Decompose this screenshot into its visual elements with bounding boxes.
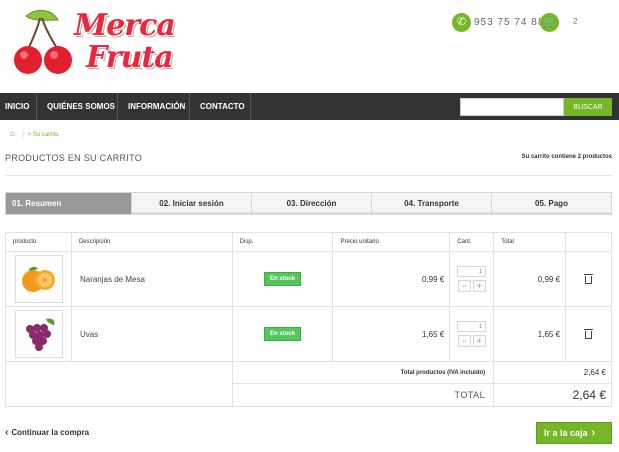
checkout-label: Ir a la caja — [544, 428, 588, 438]
chevron-right-icon: › — [591, 427, 596, 439]
unit-price: 0,99 € — [332, 251, 451, 307]
quantity-input[interactable]: 1 — [457, 266, 487, 277]
home-icon[interactable]: ⌂ — [10, 129, 15, 138]
col-header-precio: Precio unitario — [332, 232, 451, 252]
checkout-button[interactable]: Ir a la caja › — [536, 422, 612, 444]
page-title: PRODUCTOS EN SU CARRITO — [5, 153, 143, 163]
step-iniciar-sesion[interactable]: 02. Iniciar sesión — [132, 193, 252, 214]
nav-item-informacion[interactable]: INFORMACIÓN — [118, 93, 190, 120]
table-row: Uvas En stock 1,65 € 1 − + 1,65 € — [5, 306, 612, 362]
col-header-producto: producto — [5, 232, 72, 252]
header: Merca Fruta ✆ 953 75 74 88 🛒 2 — [0, 0, 619, 93]
stock-badge: En stock — [264, 327, 302, 341]
product-image-grapes[interactable] — [15, 310, 63, 358]
trash-icon[interactable] — [584, 273, 594, 284]
breadcrumb: ⌂ | > Su carrito — [10, 129, 59, 138]
totals-row: Total productos (IVA incluido) 2,64 € — [5, 361, 612, 407]
step-transporte[interactable]: 04. Transporte — [372, 193, 492, 214]
table-header-row: producto Descripción Disp. Precio unitar… — [5, 232, 612, 252]
step-direccion[interactable]: 03. Dirección — [252, 193, 372, 214]
product-description[interactable]: Naranjas de Mesa — [70, 251, 233, 307]
divider — [5, 175, 612, 176]
total-products-value: 2,64 € — [493, 361, 612, 384]
breadcrumb-current: > Su carrito — [27, 132, 59, 138]
search-input[interactable] — [460, 98, 564, 116]
cart-table: producto Descripción Disp. Precio unitar… — [5, 232, 612, 407]
product-description[interactable]: Uvas — [70, 306, 233, 362]
cart-summary: Su carrito contiene 2 productos — [521, 154, 612, 160]
chevron-left-icon: ‹ — [5, 427, 9, 438]
step-resumen[interactable]: 01. Resumen — [6, 193, 132, 214]
total-label: TOTAL — [231, 383, 495, 407]
logo-text-merca: Merca — [74, 8, 176, 43]
quantity-increase-button[interactable]: + — [472, 280, 486, 292]
step-pago[interactable]: 05. Pago — [492, 193, 611, 214]
logo[interactable]: Merca Fruta — [6, 6, 176, 76]
quantity-decrease-button[interactable]: − — [457, 280, 471, 292]
search-button[interactable]: BUSCAR — [564, 98, 612, 116]
continue-shopping-label: Continuar la compra — [11, 428, 90, 437]
nav-item-contacto[interactable]: CONTACTO — [190, 93, 251, 120]
col-header-disp: Disp. — [231, 232, 334, 252]
quantity-input[interactable]: 1 — [457, 321, 487, 332]
cart-count: 2 — [573, 17, 578, 26]
total-value: 2,64 € — [493, 383, 612, 407]
grapes-image-icon — [26, 318, 55, 351]
phone-icon: ✆ — [452, 13, 471, 32]
nav-item-inicio[interactable]: INICIO — [0, 93, 37, 120]
nav-item-quienes-somos[interactable]: QUIÉNES SOMOS — [37, 93, 118, 120]
logo-text-fruta: Fruta — [86, 40, 174, 75]
quantity-increase-button[interactable]: + — [472, 335, 486, 347]
product-image-oranges[interactable] — [15, 255, 63, 303]
unit-price: 1,65 € — [332, 306, 451, 362]
table-row: Naranjas de Mesa En stock 0,99 € 1 − + 0… — [5, 251, 612, 307]
col-header-delete — [565, 232, 612, 252]
stock-badge: En stock — [264, 272, 302, 286]
phone-number: 953 75 74 88 — [474, 17, 545, 28]
col-header-cant: Cant. — [449, 232, 495, 252]
col-header-total: Total — [493, 232, 567, 252]
orange-image-icon — [22, 266, 55, 292]
continue-shopping-link[interactable]: ‹ Continuar la compra — [5, 427, 89, 438]
trash-icon[interactable] — [584, 328, 594, 339]
checkout-steps: 01. Resumen 02. Iniciar sesión 03. Direc… — [5, 192, 612, 215]
row-total: 1,65 € — [493, 306, 567, 362]
quantity-decrease-button[interactable]: − — [457, 335, 471, 347]
total-products-label: Total productos (IVA incluido) — [231, 361, 495, 384]
cart-icon[interactable]: 🛒 — [540, 13, 559, 32]
col-header-descripcion: Descripción — [70, 232, 233, 252]
row-total: 0,99 € — [493, 251, 567, 307]
